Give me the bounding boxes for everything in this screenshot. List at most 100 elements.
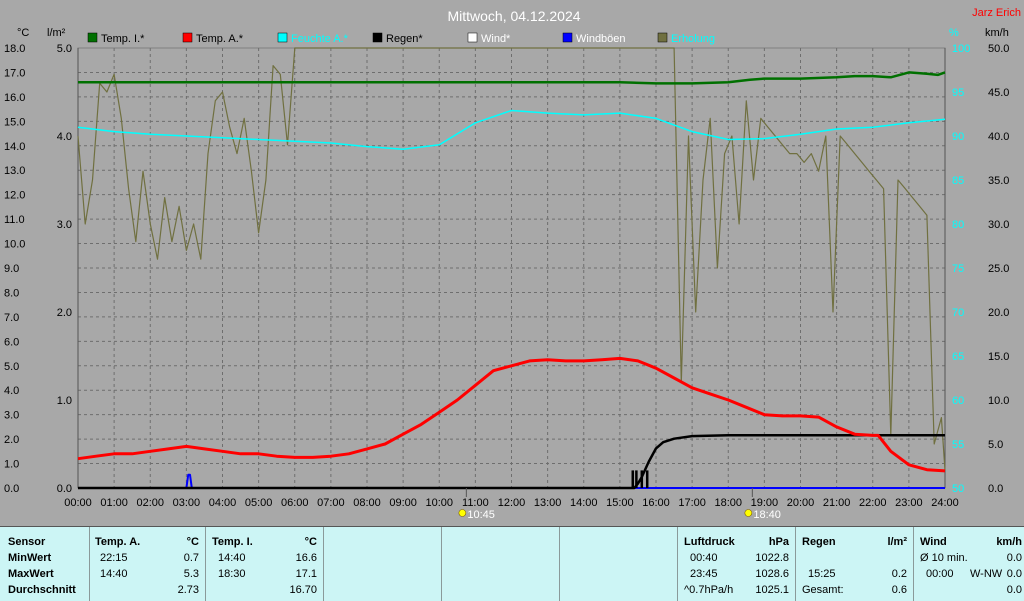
x-tick-9: 09:00	[389, 497, 417, 509]
wind-max-value: 0.0	[1006, 568, 1022, 580]
hum-tick-8: 90	[952, 131, 964, 143]
hum-tick-4: 70	[952, 307, 964, 319]
legend-swatch-1	[182, 32, 193, 43]
temp-a-max-time: 14:40	[100, 568, 128, 580]
wind-tick-6: 30.0	[988, 219, 1009, 231]
x-tick-23: 23:00	[895, 497, 923, 509]
temp-i-max-time: 18:30	[218, 568, 246, 580]
legend-label-5: Windböen	[576, 33, 626, 45]
max-row-label: MaxWert	[8, 568, 54, 580]
pressure-min-time: 00:40	[690, 552, 718, 564]
temp-i-max-value: 17.1	[295, 568, 317, 580]
x-tick-12: 12:00	[498, 497, 526, 509]
rain-tick-5: 5.0	[57, 43, 72, 55]
temp-tick-10: 10.0	[4, 239, 25, 251]
temp-tick-4: 4.0	[4, 385, 19, 397]
hum-tick-7: 85	[952, 175, 964, 187]
temp-tick-14: 14.0	[4, 141, 25, 153]
temp-a-unit: °C	[186, 536, 199, 548]
weather-chart: Mittwoch, 04.12.2024 Jarz Erich °C l/m² …	[0, 0, 1024, 526]
x-tick-16: 16:00	[642, 497, 670, 509]
temp-tick-16: 16.0	[4, 92, 25, 104]
x-tick-11: 11:00	[462, 497, 489, 509]
hum-tick-3: 65	[952, 351, 964, 363]
pressure-max-time: 23:45	[690, 568, 718, 580]
x-tick-22: 22:00	[859, 497, 887, 509]
x-tick-13: 13:00	[534, 497, 562, 509]
wind-tick-1: 5.0	[988, 439, 1003, 451]
legend-label-2: Feuchte A.*	[291, 33, 349, 45]
wind-unit: km/h	[996, 536, 1022, 548]
wind-axis-unit: km/h	[985, 27, 1009, 39]
wind-avg10-value: 0.0	[1006, 552, 1022, 564]
rain-total-value: 0.6	[891, 584, 907, 596]
x-tick-15: 15:00	[606, 497, 634, 509]
avg-row-label: Durchschnitt	[8, 584, 76, 596]
wind-tick-4: 20.0	[988, 307, 1009, 319]
x-tick-8: 08:00	[353, 497, 381, 509]
pressure-average: 1025.1	[755, 584, 789, 596]
temp-axis-unit: °C	[17, 27, 29, 39]
legend-swatch-0	[87, 32, 98, 43]
temp-i-min-value: 16.6	[295, 552, 317, 564]
temp-tick-12: 12.0	[4, 190, 25, 202]
wind-tick-10: 50.0	[988, 43, 1009, 55]
temp-i-average: 16.70	[289, 584, 317, 596]
rain-column: Regen l/m² 15:25 0.2 Gesamt: 0.6	[796, 527, 914, 601]
x-tick-6: 06:00	[281, 497, 309, 509]
rain-total-label: Gesamt:	[802, 584, 844, 596]
x-tick-24: 24:00	[931, 497, 959, 509]
x-tick-17: 17:00	[678, 497, 706, 509]
x-tick-2: 02:00	[136, 497, 164, 509]
pressure-min-value: 1022.8	[755, 552, 789, 564]
x-tick-14: 14:00	[570, 497, 598, 509]
legend-swatch-2	[277, 32, 288, 43]
wind-max-time: 00:00	[926, 568, 954, 580]
temp-a-header: Temp. A.	[95, 536, 141, 548]
temp-tick-5: 5.0	[4, 361, 19, 373]
rain-bar-0	[631, 470, 635, 488]
x-tick-7: 07:00	[317, 497, 345, 509]
stats-labels-column: Sensor MinWert MaxWert Durchschnitt	[0, 527, 90, 601]
legend-swatch-3	[372, 32, 383, 43]
rain-max-value: 0.2	[891, 568, 907, 580]
wind-max-direction: W-NW	[970, 568, 1003, 580]
legend-swatch-4	[467, 32, 478, 43]
sensor-header: Sensor	[8, 536, 46, 548]
pressure-trend: ^0.7hPa/h	[684, 584, 734, 596]
hum-tick-1: 55	[952, 439, 964, 451]
temp-tick-9: 9.0	[4, 263, 19, 275]
x-tick-21: 21:00	[823, 497, 851, 509]
temp-tick-0: 0.0	[4, 483, 19, 495]
temp-i-column: Temp. I. °C 14:40 16.6 18:30 17.1 16.70	[206, 527, 324, 601]
rain-tick-0: 0.0	[57, 483, 72, 495]
sun-icon-1	[744, 509, 753, 517]
empty-column-3	[560, 527, 678, 601]
x-tick-19: 19:00	[751, 497, 779, 509]
temp-tick-18: 18.0	[4, 43, 25, 55]
hum-tick-0: 50	[952, 483, 964, 495]
wind-column: Wind km/h Ø 10 min. 0.0 00:00 W-NW 0.0 0…	[914, 527, 1024, 601]
sun-time-0: 10:45	[467, 509, 495, 521]
hum-tick-9: 95	[952, 87, 964, 99]
temp-i-min-time: 14:40	[218, 552, 246, 564]
min-row-label: MinWert	[8, 552, 52, 564]
pressure-max-value: 1028.6	[755, 568, 789, 580]
x-tick-5: 05:00	[245, 497, 273, 509]
sun-icon-0	[458, 509, 467, 517]
rain-unit: l/m²	[887, 536, 907, 548]
hum-tick-6: 80	[952, 219, 964, 231]
legend-label-0: Temp. I.*	[101, 33, 145, 45]
rain-axis-unit: l/m²	[47, 27, 66, 39]
wind-tick-3: 15.0	[988, 351, 1009, 363]
wind-tick-7: 35.0	[988, 175, 1009, 187]
x-tick-10: 10:00	[425, 497, 453, 509]
x-tick-18: 18:00	[714, 497, 742, 509]
x-tick-3: 03:00	[173, 497, 201, 509]
rain-bar-3	[645, 470, 649, 488]
temp-tick-3: 3.0	[4, 410, 19, 422]
temp-tick-1: 1.0	[4, 459, 19, 471]
hum-tick-5: 75	[952, 263, 964, 275]
empty-column-2	[442, 527, 560, 601]
rain-max-time: 15:25	[808, 568, 836, 580]
